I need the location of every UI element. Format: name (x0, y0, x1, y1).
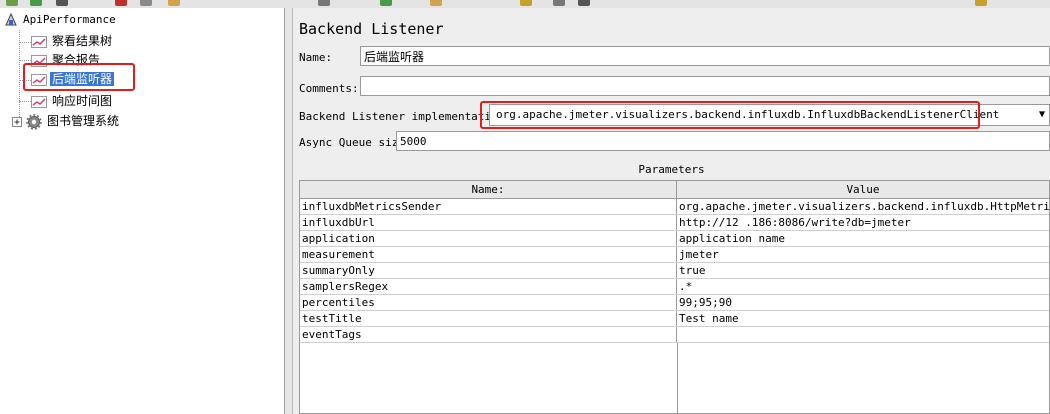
param-name-cell[interactable]: percentiles (300, 295, 677, 310)
table-row[interactable]: eventTags (300, 327, 1049, 343)
param-value-cell[interactable]: application name (677, 231, 1049, 246)
column-divider (677, 343, 678, 413)
param-value-cell[interactable]: true (677, 263, 1049, 278)
name-field[interactable]: 后端监听器 (360, 46, 1050, 66)
toolbar-reset-icon[interactable] (553, 0, 565, 6)
table-row[interactable]: measurement jmeter (300, 247, 1049, 263)
listener-graph-icon (31, 96, 47, 108)
param-name-cell[interactable]: eventTags (300, 327, 677, 342)
toolbar-save-icon[interactable] (56, 0, 68, 6)
implementation-label: Backend Listener implementation (299, 110, 505, 123)
tree-item-label: 响应时间图 (52, 94, 113, 108)
table-row[interactable]: percentiles 99;95;90 (300, 295, 1049, 311)
param-value-cell[interactable] (677, 327, 1049, 342)
param-name-cell[interactable]: testTitle (300, 311, 677, 326)
param-name-cell[interactable]: measurement (300, 247, 677, 262)
test-plan-tree: ApiPerformance 察看结果树 聚合报告 后端监听器 响应时间图 图书… (0, 8, 285, 414)
toolbar-clear-icon[interactable] (430, 0, 442, 6)
toolbar-function-icon[interactable] (578, 0, 590, 6)
toolbar-search-icon[interactable] (520, 0, 532, 6)
tree-item-response-time-graph[interactable]: 响应时间图 (31, 92, 114, 110)
name-label: Name: (299, 51, 333, 64)
tree-guide-line (19, 60, 31, 61)
tree-guide-line (19, 42, 31, 43)
queue-size-label: Async Queue size (299, 136, 405, 149)
toolbar-paste-icon[interactable] (168, 0, 180, 6)
tree-item-label: 图书管理系统 (47, 114, 120, 128)
tree-root-label: ApiPerformance (23, 13, 116, 26)
table-row[interactable]: influxdbMetricsSender org.apache.jmeter.… (300, 199, 1049, 215)
param-name-cell[interactable]: samplersRegex (300, 279, 677, 294)
param-name-cell[interactable]: influxdbMetricsSender (300, 199, 677, 214)
param-value-cell[interactable]: .* (677, 279, 1049, 294)
parameters-table: Name: Value influxdbMetricsSender org.ap… (299, 180, 1050, 414)
test-plan-icon (5, 13, 17, 26)
tree-guide-line (19, 101, 31, 102)
toolbar-new-icon[interactable] (6, 0, 18, 6)
gear-icon (26, 114, 42, 130)
table-row[interactable]: testTitle Test name (300, 311, 1049, 327)
param-value-cell[interactable]: jmeter (677, 247, 1049, 262)
page-title: Backend Listener (299, 20, 444, 38)
tree-item-view-results[interactable]: 察看结果树 (31, 32, 114, 50)
comments-label: Comments: (299, 82, 359, 95)
table-row[interactable]: summaryOnly true (300, 263, 1049, 279)
param-name-cell[interactable]: summaryOnly (300, 263, 677, 278)
comments-field[interactable] (360, 76, 1050, 96)
table-row[interactable]: influxdbUrl http://12 .186:8086/write?db… (300, 215, 1049, 231)
param-value-cell[interactable]: Test name (677, 311, 1049, 326)
selection-highlight-box (23, 63, 135, 91)
expand-toggle-icon[interactable] (12, 116, 23, 128)
queue-size-field[interactable]: 5000 (396, 131, 1050, 151)
toolbar-copy-icon[interactable] (140, 0, 152, 6)
param-name-cell[interactable]: application (300, 231, 677, 246)
toolbar-expand-icon[interactable] (318, 0, 330, 6)
implementation-highlight-box (480, 101, 980, 129)
toolbar-open-icon[interactable] (30, 0, 42, 6)
backend-listener-panel: Backend Listener Name: 后端监听器 Comments: B… (293, 8, 1050, 414)
param-value-cell[interactable]: http://12 .186:8086/write?db=jmeter (677, 215, 1049, 230)
column-header-name[interactable]: Name: (300, 181, 677, 199)
table-row[interactable]: application application name (300, 231, 1049, 247)
table-row[interactable]: samplersRegex .* (300, 279, 1049, 295)
listener-graph-icon (31, 36, 47, 48)
column-header-value[interactable]: Value (677, 181, 1049, 199)
pane-splitter[interactable] (285, 8, 293, 414)
parameters-title: Parameters (638, 163, 705, 176)
param-name-cell[interactable]: influxdbUrl (300, 215, 677, 230)
tree-guide-line (19, 30, 20, 121)
toolbar-cut-icon[interactable] (115, 0, 127, 6)
toolbar-help-icon[interactable] (975, 0, 987, 6)
tree-root[interactable]: ApiPerformance (4, 11, 118, 29)
param-value-cell[interactable]: org.apache.jmeter.visualizers.backend.in… (677, 199, 1049, 214)
chevron-down-icon[interactable]: ▼ (1039, 105, 1045, 125)
tree-item-label: 察看结果树 (52, 34, 113, 48)
toolbar-start-icon[interactable] (380, 0, 392, 6)
param-value-cell[interactable]: 99;95;90 (677, 295, 1049, 310)
tree-item-book-system[interactable]: 图书管理系统 (12, 112, 121, 130)
